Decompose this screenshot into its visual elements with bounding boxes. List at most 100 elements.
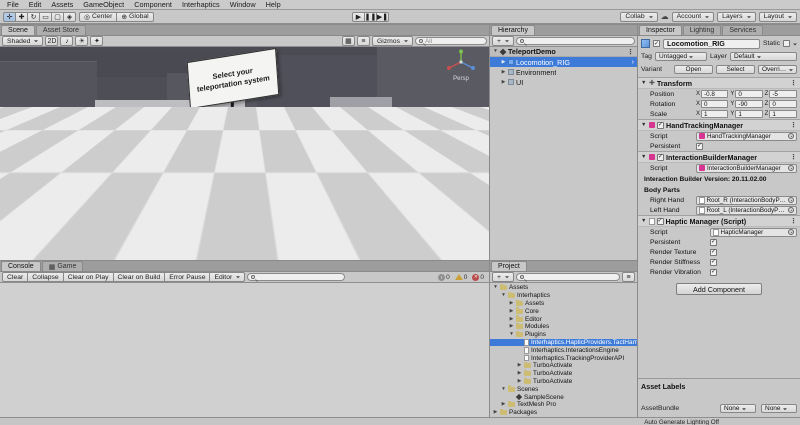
assetbundle-dropdown[interactable]: None [720,404,756,413]
scene-search-field[interactable] [415,37,487,45]
project-item-samplescene[interactable]: SampleScene [490,393,637,401]
tab-services[interactable]: Services [722,25,764,35]
console-info-count-toggle[interactable]: 0 [438,273,450,281]
project-search-field[interactable] [515,273,620,281]
script-object-field[interactable]: InteractionBuilderManager [696,163,797,173]
expander-arrow[interactable]: ▶ [501,402,506,407]
scene-search-input[interactable] [425,37,483,45]
project-item-turboactivate[interactable]: ▶ TurboActivate [490,361,637,370]
prefab-open-button[interactable]: Open [674,65,713,74]
expander-arrow[interactable]: ▶ [517,379,522,384]
project-item-assets[interactable]: ▶ Assets [490,299,637,308]
create-gameobject-dropdown[interactable]: + [492,36,514,46]
foldout-arrow[interactable]: ▼ [641,122,647,128]
tab-hierarchy[interactable]: Hierarchy [491,25,535,35]
project-item-textmesh-pro[interactable]: ▶ TextMesh Pro [490,400,637,409]
project-item-editor[interactable]: ▶ Editor [490,315,637,323]
expander-arrow[interactable]: ▶ [509,301,514,306]
expander-arrow[interactable]: ▶ [501,60,506,65]
menu-component[interactable]: Component [129,0,177,9]
hierarchy-item-environment[interactable]: ▶ Environment [490,67,637,77]
kebab-menu-icon[interactable]: ⋮ [627,48,634,56]
hierarchy-item-locomotion-rig[interactable]: ▶ Locomotion_RIG › [490,57,637,67]
project-hidden-packages-toggle[interactable]: ≡ [622,272,635,282]
transform-rotation-y-field[interactable]: -90 [735,100,763,108]
render-vibration-checkbox[interactable] [710,268,717,276]
prefab-select-button[interactable]: Select [716,65,755,74]
menu-interhaptics[interactable]: Interhaptics [177,0,225,9]
expander-arrow[interactable]: ▶ [509,317,514,322]
project-item-modules[interactable]: ▶ Modules [490,322,637,331]
add-component-button[interactable]: Add Component [676,283,762,295]
object-picker-icon[interactable] [788,165,794,171]
project-search-input[interactable] [525,273,616,281]
menu-edit[interactable]: Edit [24,0,47,9]
static-checkbox[interactable] [783,40,790,47]
kebab-menu-icon[interactable]: ⋮ [790,153,797,161]
component-enabled-checkbox[interactable] [657,121,664,129]
expander-arrow[interactable]: ▼ [501,293,506,298]
scene-audio-toggle[interactable]: ♪ [60,36,74,46]
console-collapse-button[interactable]: Collapse [27,272,64,282]
scene-orientation-gizmo[interactable]: Persp [441,49,481,83]
foldout-arrow[interactable]: ▼ [641,154,647,160]
scene-lighting-toggle[interactable]: ☀ [75,36,89,46]
object-picker-icon[interactable] [788,207,794,213]
tab-inspector[interactable]: Inspector [639,25,682,35]
hierarchy-search-field[interactable] [515,37,635,45]
menu-window[interactable]: Window [225,0,261,9]
console-error-count-toggle[interactable]: 0 [472,273,484,281]
expander-arrow[interactable]: ▼ [493,285,498,290]
prefab-open-arrow[interactable]: › [632,59,634,66]
script-object-field[interactable]: HapticManager [710,227,797,237]
kebab-menu-icon[interactable]: ⋮ [790,121,797,129]
project-item-interhaptics-hapticproviders-tacthammerdevice[interactable]: Interhaptics.HapticProviders.TactHammerD… [490,338,637,347]
transform-rotation-x-field[interactable]: 0 [701,100,729,108]
kebab-menu-icon[interactable]: ⋮ [790,217,797,225]
object-picker-icon[interactable] [788,197,794,203]
transform-position-x-field[interactable]: -0.8 [701,90,729,98]
expander-arrow[interactable]: ▶ [517,371,522,376]
console-log-area[interactable] [0,283,489,417]
gizmos-dropdown[interactable]: Gizmos [371,36,413,46]
right-hand-object-field[interactable]: Root_R (InteractionBodyPart) [696,195,797,205]
pivot-toggle-button[interactable]: ◎ Center [79,11,118,22]
expander-arrow[interactable]: ▶ [517,363,522,368]
console-clear-on-build-button[interactable]: Clear on Build [112,272,166,282]
object-name-field[interactable]: Locomotion_RIG [663,38,760,49]
hierarchy-item-ui[interactable]: ▶ UI [490,77,637,87]
layout-dropdown[interactable]: Layout [758,11,797,22]
hierarchy-search-input[interactable] [525,37,631,45]
transform-scale-z-field[interactable]: 1 [769,110,797,118]
scene-effects-toggle[interactable]: ✦ [90,36,104,46]
console-clear-on-play-button[interactable]: Clear on Play [62,272,114,282]
project-item-turboactivate[interactable]: ▶ TurboActivate [490,377,637,386]
expander-arrow[interactable]: ▼ [501,387,506,392]
expander-arrow[interactable]: ▶ [493,410,498,415]
tab-lighting[interactable]: Lighting [682,25,722,35]
project-item-core[interactable]: ▶ Core [490,307,637,315]
project-item-scenes[interactable]: ▼ Scenes [490,385,637,393]
auto-generate-lighting-button[interactable]: Auto Generate Lighting Off [641,418,722,425]
project-item-interhaptics-interactionsengine[interactable]: Interhaptics.InteractionsEngine [490,346,637,354]
render-texture-checkbox[interactable] [710,248,717,256]
layer-dropdown[interactable]: Default [729,52,797,61]
transform-rotation-z-field[interactable]: 0 [769,100,797,108]
space-toggle-button[interactable]: ⊕ Global [116,11,154,22]
foldout-arrow[interactable]: ▼ [641,218,647,224]
component-enabled-checkbox[interactable] [657,153,664,161]
expander-arrow[interactable]: ▶ [501,70,506,75]
transform-scale-x-field[interactable]: 1 [701,110,729,118]
transform-scale-y-field[interactable]: 1 [735,110,763,118]
transform-position-y-field[interactable]: 0 [735,90,763,98]
expander-arrow[interactable]: ▶ [509,324,514,329]
tab-project[interactable]: Project [491,261,527,271]
project-item-interhaptics[interactable]: ▼ Interhaptics [490,291,637,300]
object-picker-icon[interactable] [788,133,794,139]
scene-grid-toggle[interactable]: ▦ [341,36,355,46]
shading-mode-dropdown[interactable]: Shaded [2,36,44,46]
kebab-menu-icon[interactable]: ⋮ [790,79,797,87]
tab-console[interactable]: Console [1,261,41,271]
project-item-packages[interactable]: ▶ Packages [490,408,637,417]
console-search-field[interactable] [247,273,345,281]
